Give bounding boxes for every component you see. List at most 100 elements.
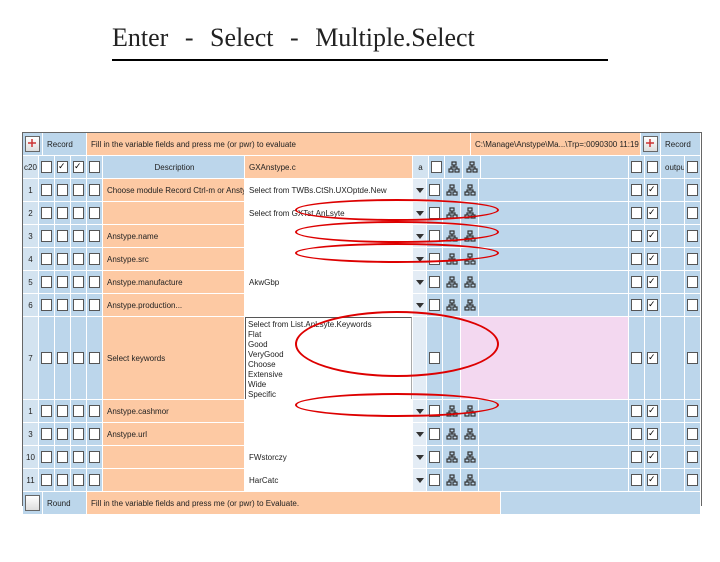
row-value[interactable]: [245, 225, 413, 247]
hierarchy-icon-2[interactable]: [461, 423, 479, 445]
hierarchy-icon-2[interactable]: [461, 294, 479, 316]
colhead-chk-out3[interactable]: [685, 156, 701, 178]
hierarchy-icon[interactable]: [443, 469, 461, 491]
hierarchy-icon-2[interactable]: [461, 400, 479, 422]
row-chk-f[interactable]: [629, 294, 645, 316]
hierarchy-icon-2[interactable]: [461, 202, 479, 224]
row-chk-b[interactable]: [55, 446, 71, 468]
hierarchy-icon[interactable]: [443, 400, 461, 422]
row-chk-b[interactable]: [55, 294, 71, 316]
colhead-chk-out1[interactable]: [629, 156, 645, 178]
row-chk-f[interactable]: [629, 179, 645, 201]
row-chk-d[interactable]: [87, 400, 103, 422]
row-chk-a[interactable]: [39, 400, 55, 422]
row-chk-a[interactable]: [39, 446, 55, 468]
hierarchy-icon-2[interactable]: [461, 271, 479, 293]
row-value[interactable]: [245, 294, 413, 316]
record-right-button[interactable]: [641, 133, 661, 155]
row-chk-h[interactable]: [685, 225, 701, 247]
row-chk-h[interactable]: [685, 202, 701, 224]
row-chk-b[interactable]: [55, 469, 71, 491]
row-chk-d[interactable]: [87, 446, 103, 468]
row-chk-e[interactable]: [427, 271, 443, 293]
row-chk-a[interactable]: [39, 423, 55, 445]
row-chk-e[interactable]: [427, 202, 443, 224]
hierarchy-icon[interactable]: [443, 271, 461, 293]
chk-7-b[interactable]: [55, 317, 71, 399]
row-chk-b[interactable]: [55, 423, 71, 445]
hierarchy-icon-2[interactable]: [463, 156, 481, 178]
chk-7-h[interactable]: [685, 317, 701, 399]
row-chk-a[interactable]: [39, 179, 55, 201]
dropdown-icon[interactable]: [413, 271, 427, 293]
row-chk-e[interactable]: [427, 446, 443, 468]
row-chk-g[interactable]: [645, 248, 661, 270]
row-chk-d[interactable]: [87, 202, 103, 224]
row-chk-e[interactable]: [427, 423, 443, 445]
colhead-chk-r1[interactable]: [429, 156, 445, 178]
row-value[interactable]: AkwGbp: [245, 271, 413, 293]
row-chk-c[interactable]: [71, 202, 87, 224]
hierarchy-icon-7[interactable]: [443, 317, 461, 399]
row-chk-d[interactable]: [87, 271, 103, 293]
dropdown-icon[interactable]: [413, 423, 427, 445]
dropdown-icon[interactable]: [413, 446, 427, 468]
row-chk-h[interactable]: [685, 400, 701, 422]
row-value[interactable]: [245, 248, 413, 270]
dropdown-icon[interactable]: [413, 202, 427, 224]
colhead-chk-out2[interactable]: [645, 156, 661, 178]
row-chk-b[interactable]: [55, 248, 71, 270]
row-chk-d[interactable]: [87, 248, 103, 270]
row-chk-f[interactable]: [629, 446, 645, 468]
row-chk-g[interactable]: [645, 271, 661, 293]
hierarchy-icon[interactable]: [443, 294, 461, 316]
chk-7-c[interactable]: [71, 317, 87, 399]
row-chk-f[interactable]: [629, 271, 645, 293]
row-chk-g[interactable]: [645, 423, 661, 445]
row-chk-e[interactable]: [427, 225, 443, 247]
row-chk-h[interactable]: [685, 469, 701, 491]
row-chk-f[interactable]: [629, 400, 645, 422]
row-value[interactable]: Select from TWBs.CtSh.UXOptde.New: [245, 179, 413, 201]
row-chk-f[interactable]: [629, 469, 645, 491]
dropdown-icon[interactable]: [413, 248, 427, 270]
row-chk-c[interactable]: [71, 225, 87, 247]
chk-7-f[interactable]: [629, 317, 645, 399]
row-chk-c[interactable]: [71, 271, 87, 293]
row-chk-c[interactable]: [71, 294, 87, 316]
row-chk-f[interactable]: [629, 225, 645, 247]
row-chk-a[interactable]: [39, 202, 55, 224]
row-chk-d[interactable]: [87, 469, 103, 491]
row-chk-e[interactable]: [427, 294, 443, 316]
record-left-button[interactable]: [23, 133, 43, 155]
row-chk-b[interactable]: [55, 179, 71, 201]
row-chk-c[interactable]: [71, 469, 87, 491]
chk-7-e[interactable]: [427, 317, 443, 399]
row-chk-c[interactable]: [71, 248, 87, 270]
row-chk-c[interactable]: [71, 446, 87, 468]
hierarchy-icon[interactable]: [443, 423, 461, 445]
row-chk-a[interactable]: [39, 469, 55, 491]
row-chk-g[interactable]: [645, 202, 661, 224]
row-chk-h[interactable]: [685, 271, 701, 293]
row-chk-h[interactable]: [685, 248, 701, 270]
row-chk-h[interactable]: [685, 294, 701, 316]
row-chk-b[interactable]: [55, 202, 71, 224]
row-chk-e[interactable]: [427, 248, 443, 270]
row-chk-g[interactable]: [645, 294, 661, 316]
hierarchy-icon-2[interactable]: [461, 179, 479, 201]
row-chk-f[interactable]: [629, 248, 645, 270]
dropdown-icon[interactable]: [413, 400, 427, 422]
row-value[interactable]: [245, 400, 413, 422]
row-value[interactable]: HarCatc: [245, 469, 413, 491]
row-chk-d[interactable]: [87, 225, 103, 247]
row-chk-h[interactable]: [685, 446, 701, 468]
row-chk-g[interactable]: [645, 400, 661, 422]
colhead-chk3[interactable]: [71, 156, 87, 178]
row-chk-e[interactable]: [427, 179, 443, 201]
row-chk-c[interactable]: [71, 179, 87, 201]
row-chk-g[interactable]: [645, 179, 661, 201]
hierarchy-icon[interactable]: [443, 179, 461, 201]
hierarchy-icon-2[interactable]: [461, 446, 479, 468]
row-chk-h[interactable]: [685, 423, 701, 445]
